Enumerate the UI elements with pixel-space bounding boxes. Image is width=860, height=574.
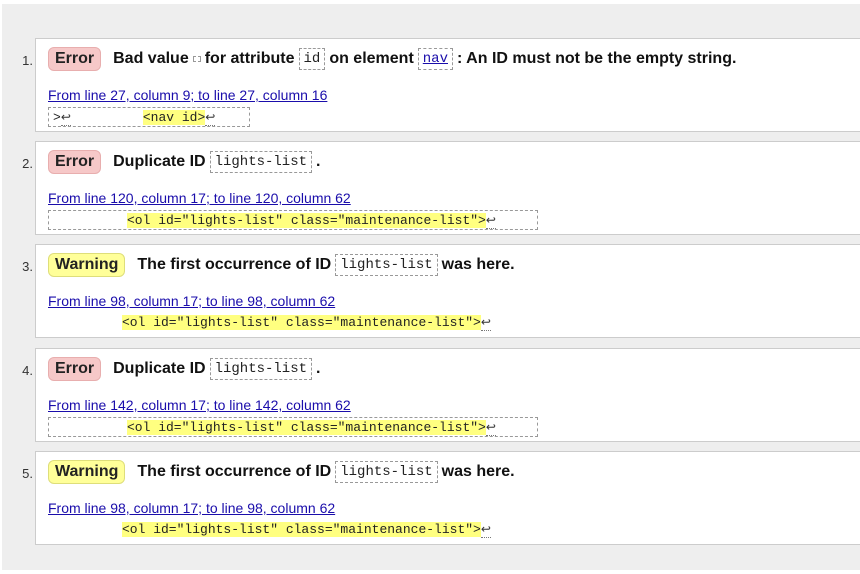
message-text: Bad value	[113, 50, 189, 67]
line-break-icon: ↩	[60, 111, 71, 126]
message-item-5: 5. Warning The first occurrence of ID li…	[22, 451, 860, 545]
extract-highlight: <ol id="lights-list" class="maintenance-…	[127, 213, 486, 228]
extract-highlight: <ol id="lights-list" class="maintenance-…	[127, 420, 486, 435]
extract-highlight: <ol id="lights-list" class="maintenance-…	[122, 315, 481, 330]
source-location-link[interactable]: From line 142, column 17; to line 142, c…	[48, 397, 351, 413]
message-number: 2.	[22, 156, 33, 171]
source-extract: >↩ <nav id>↩	[48, 107, 250, 127]
source-extract: <ol id="lights-list" class="maintenance-…	[48, 417, 538, 437]
error-badge: Error	[48, 150, 102, 174]
message-text: The first occurrence of ID	[137, 256, 332, 273]
source-location-link[interactable]: From line 120, column 17; to line 120, c…	[48, 190, 351, 206]
warning-badge: Warning	[48, 460, 126, 484]
message-number: 5.	[22, 466, 33, 481]
duplicate-id-code: lights-list	[209, 358, 313, 380]
message-text: Duplicate ID	[113, 153, 206, 170]
message-text: was here.	[441, 256, 515, 273]
line-break-icon: ↩	[480, 523, 491, 538]
extract-highlight: <ol id="lights-list" class="maintenance-…	[122, 522, 481, 537]
message-text: Duplicate ID	[113, 360, 206, 377]
error-badge: Error	[48, 357, 102, 381]
message-text: The first occurrence of ID	[137, 463, 332, 480]
message-item-2: 2. Error Duplicate ID lights-list . From…	[22, 141, 860, 235]
message-heading: Warning The first occurrence of ID light…	[48, 460, 515, 484]
message-text: was here.	[441, 463, 515, 480]
message-heading: Error Duplicate ID lights-list .	[48, 150, 320, 174]
warning-badge: Warning	[48, 253, 126, 277]
message-text: .	[316, 153, 321, 170]
error-badge: Error	[48, 47, 102, 71]
line-break-icon: ↩	[480, 316, 491, 331]
message-text: : An ID must not be the empty string.	[457, 50, 737, 67]
message-text: on element	[329, 50, 414, 67]
extract-text: >	[53, 110, 61, 125]
source-extract: <ol id="lights-list" class="maintenance-…	[48, 313, 538, 333]
message-number: 1.	[22, 53, 33, 68]
message-heading: Error Duplicate ID lights-list .	[48, 357, 320, 381]
source-location-link[interactable]: From line 27, column 9; to line 27, colu…	[48, 87, 327, 103]
message-item-4: 4. Error Duplicate ID lights-list . From…	[22, 348, 860, 442]
message-heading: Error Bad value for attribute id on elem…	[48, 47, 736, 71]
line-break-icon: ↩	[205, 111, 216, 126]
message-text: for attribute	[204, 50, 295, 67]
message-text: .	[316, 360, 321, 377]
attribute-name-code: id	[298, 48, 326, 70]
source-location-link[interactable]: From line 98, column 17; to line 98, col…	[48, 500, 335, 516]
duplicate-id-code: lights-list	[335, 254, 438, 276]
source-extract: <ol id="lights-list" class="maintenance-…	[48, 210, 538, 230]
element-name-link[interactable]: nav	[417, 48, 453, 70]
source-location-link[interactable]: From line 98, column 17; to line 98, col…	[48, 293, 335, 309]
message-number: 4.	[22, 363, 33, 378]
attribute-value-code	[192, 56, 201, 62]
source-extract: <ol id="lights-list" class="maintenance-…	[48, 520, 538, 540]
message-heading: Warning The first occurrence of ID light…	[48, 253, 515, 277]
message-item-1: 1. Error Bad value for attribute id on e…	[22, 38, 860, 132]
duplicate-id-code: lights-list	[335, 461, 438, 483]
duplicate-id-code: lights-list	[209, 151, 313, 173]
message-number: 3.	[22, 259, 33, 274]
line-break-icon: ↩	[485, 214, 496, 229]
message-item-3: 3. Warning The first occurrence of ID li…	[22, 244, 860, 338]
extract-highlight: <nav id>	[142, 110, 206, 125]
line-break-icon: ↩	[485, 421, 496, 436]
